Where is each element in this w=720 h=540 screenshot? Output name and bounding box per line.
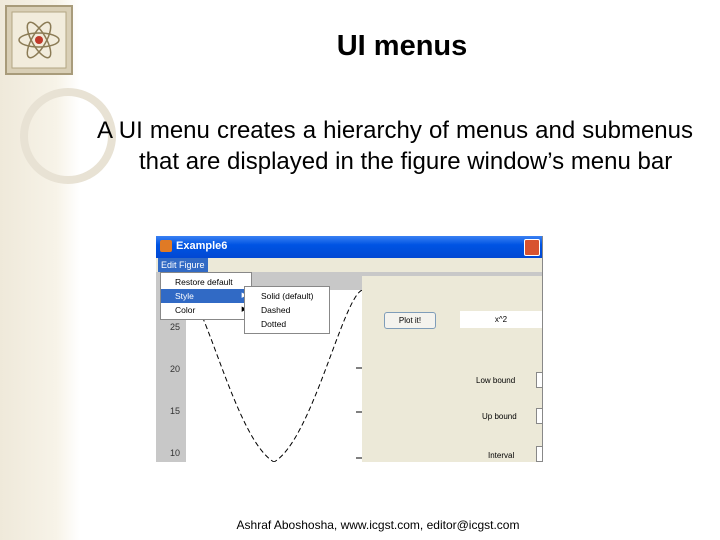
menu-item-color[interactable]: Color▶ [161, 303, 251, 317]
up-bound-input[interactable] [536, 408, 542, 424]
matlab-icon [160, 240, 172, 252]
function-input[interactable]: x^2 [460, 311, 542, 328]
decorative-strip [0, 0, 80, 540]
submenu-item-solid[interactable]: Solid (default) [245, 289, 329, 303]
interval-label: Interval [488, 451, 515, 460]
submenu-item-dashed[interactable]: Dashed [245, 303, 329, 317]
menu-bar: Edit Figure [156, 258, 542, 272]
control-panel [362, 276, 542, 462]
y-tick-label: 25 [170, 322, 181, 332]
low-bound-label: Low bound [476, 376, 516, 385]
style-submenu: Solid (default) Dashed Dotted [244, 286, 330, 334]
plot-it-button[interactable]: Plot it! [384, 312, 436, 329]
figure-window-screenshot: Example6 Edit Figure 25 20 15 10 Plot it… [156, 236, 543, 462]
menu-item-restore-default[interactable]: Restore default [161, 275, 251, 289]
up-bound-label: Up bound [482, 412, 517, 421]
menu-item-label: Style [175, 291, 194, 301]
footer-credit: Ashraf Aboshosha, www.icgst.com, editor@… [236, 518, 520, 532]
y-tick-label: 15 [170, 406, 181, 416]
low-bound-input[interactable] [536, 372, 542, 388]
menu-item-label: Color [175, 305, 196, 315]
menu-item-style[interactable]: Style▶ [161, 289, 251, 303]
interval-input[interactable] [536, 446, 542, 462]
submenu-item-dotted[interactable]: Dotted [245, 317, 329, 331]
menu-edit-figure[interactable]: Edit Figure [158, 258, 208, 272]
edit-figure-dropdown: Restore default Style▶ Color▶ [160, 272, 252, 320]
menu-item-label: Restore default [175, 277, 233, 287]
y-tick-label: 10 [170, 448, 181, 458]
bullet-text: A UI menu creates a hierarchy of menus a… [97, 117, 693, 175]
window-title: Example6 [176, 240, 228, 252]
slide-title: UI menus [336, 30, 468, 62]
close-icon[interactable] [524, 239, 540, 256]
window-titlebar: Example6 [156, 236, 542, 258]
y-tick-label: 20 [170, 364, 181, 374]
